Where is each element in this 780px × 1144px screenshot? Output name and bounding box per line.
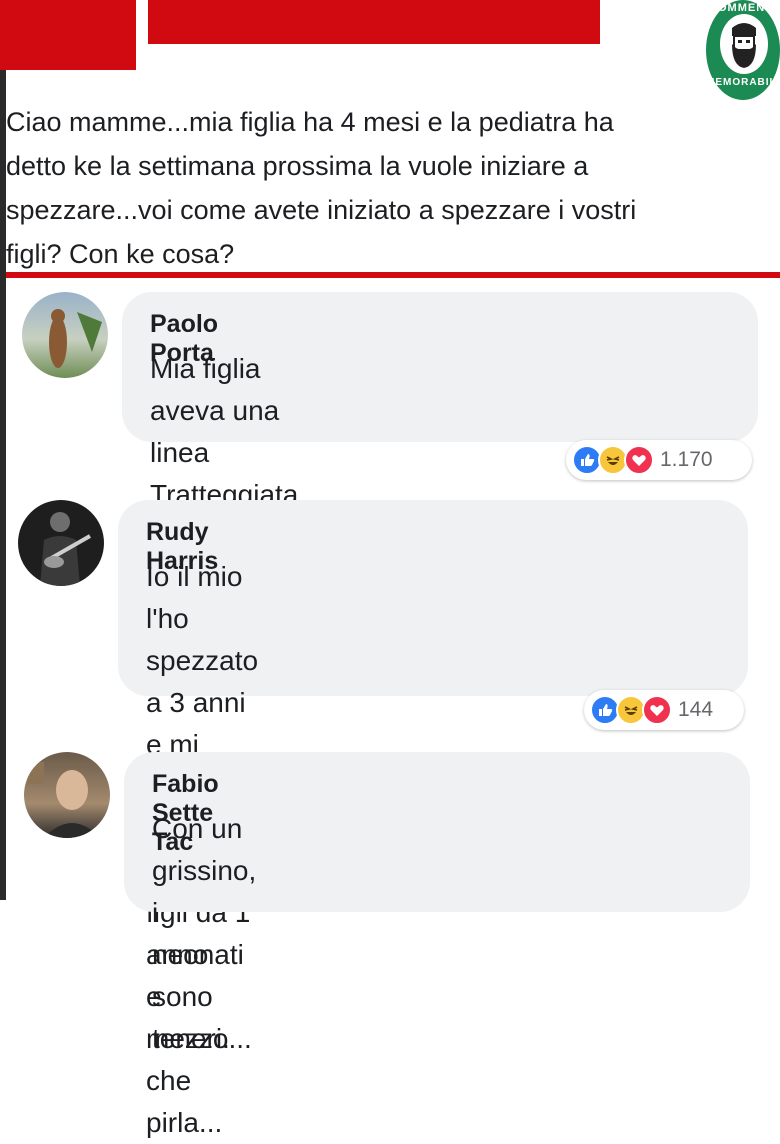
reaction-summary[interactable]: 144 — [584, 690, 744, 730]
top-red-banner-left — [0, 0, 136, 70]
avatar[interactable] — [22, 292, 108, 378]
avatar[interactable] — [18, 500, 104, 586]
avatar[interactable] — [24, 752, 110, 838]
reaction-summary[interactable]: 1.170 — [566, 440, 752, 480]
bearded-face-icon — [720, 14, 768, 74]
comment-text: Con un grissino, i neonati sono teneri. — [152, 813, 257, 1054]
commenti-memorabili-logo: COMMENTI MEMORABILI — [706, 0, 780, 100]
post-divider — [6, 272, 780, 278]
logo-text-bottom: MEMORABILI — [706, 77, 780, 88]
reaction-count: 1.170 — [660, 448, 713, 471]
logo-text-top: COMMENTI — [709, 2, 777, 14]
post-text: Ciao mamme...mia figlia ha 4 mesi e la p… — [6, 107, 637, 269]
love-icon — [624, 445, 654, 475]
reaction-count: 144 — [678, 698, 714, 721]
top-red-banner-right — [148, 0, 600, 44]
love-icon — [642, 695, 672, 725]
